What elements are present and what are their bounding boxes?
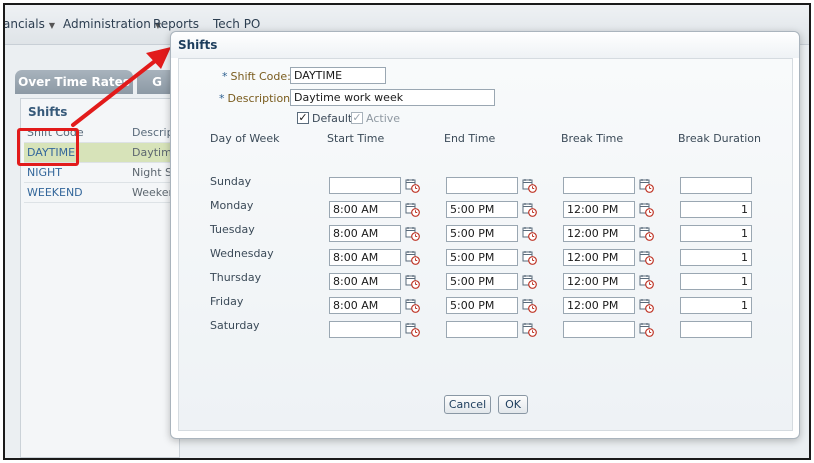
- calendar-clock-icon[interactable]: [405, 298, 420, 313]
- calendar-clock-icon[interactable]: [522, 322, 537, 337]
- calendar-clock-icon[interactable]: [522, 298, 537, 313]
- shift-code-input[interactable]: DAYTIME: [290, 67, 386, 84]
- break-duration-input[interactable]: 1: [680, 297, 752, 314]
- column-header-break-duration: Break Duration: [678, 132, 761, 145]
- required-indicator: *: [219, 92, 225, 105]
- day-label: Monday: [210, 199, 254, 212]
- day-label: Saturday: [210, 319, 260, 332]
- dialog-title: Shifts: [178, 38, 218, 52]
- start-time-input[interactable]: [329, 177, 401, 194]
- calendar-clock-icon[interactable]: [639, 274, 654, 289]
- end-time-input[interactable]: [446, 321, 518, 338]
- table-row[interactable]: WEEKEND Weeken: [24, 183, 184, 203]
- break-time-input[interactable]: 12:00 PM: [563, 249, 635, 266]
- start-time-input[interactable]: 8:00 AM: [329, 297, 401, 314]
- start-time-input[interactable]: [329, 321, 401, 338]
- break-time-input[interactable]: 12:00 PM: [563, 297, 635, 314]
- description-label-text: Description:: [227, 92, 294, 105]
- calendar-clock-icon[interactable]: [405, 322, 420, 337]
- break-duration-input[interactable]: 1: [680, 225, 752, 242]
- calendar-clock-icon[interactable]: [522, 202, 537, 217]
- calendar-clock-icon[interactable]: [639, 250, 654, 265]
- calendar-clock-icon[interactable]: [522, 226, 537, 241]
- break-duration-input[interactable]: [680, 321, 752, 338]
- dialog-titlebar[interactable]: Shifts: [171, 32, 799, 58]
- start-time-input[interactable]: 8:00 AM: [329, 273, 401, 290]
- end-time-input[interactable]: 5:00 PM: [446, 201, 518, 218]
- day-label: Sunday: [210, 175, 252, 188]
- break-time-input[interactable]: 12:00 PM: [563, 225, 635, 242]
- menu-tech-po[interactable]: Tech PO: [213, 17, 260, 31]
- calendar-clock-icon[interactable]: [639, 298, 654, 313]
- day-label: Wednesday: [210, 247, 274, 260]
- day-label: Tuesday: [210, 223, 255, 236]
- calendar-clock-icon[interactable]: [639, 178, 654, 193]
- calendar-clock-icon[interactable]: [405, 274, 420, 289]
- dialog-body: * Shift Code: DAYTIME * Description: Dayti…: [178, 58, 793, 431]
- shift-code-label: * Shift Code:: [222, 70, 291, 83]
- table-row[interactable]: NIGHT Night Sh: [24, 163, 184, 183]
- required-indicator: *: [222, 70, 228, 83]
- shift-code-cell[interactable]: NIGHT: [27, 166, 127, 179]
- calendar-clock-icon[interactable]: [405, 226, 420, 241]
- end-time-input[interactable]: 5:00 PM: [446, 297, 518, 314]
- active-label: Active: [366, 112, 401, 125]
- calendar-clock-icon[interactable]: [522, 250, 537, 265]
- day-label: Thursday: [210, 271, 262, 284]
- end-time-input[interactable]: 5:00 PM: [446, 249, 518, 266]
- calendar-clock-icon[interactable]: [405, 178, 420, 193]
- break-duration-input[interactable]: [680, 177, 752, 194]
- description-input[interactable]: Daytime work week: [290, 89, 495, 106]
- start-time-input[interactable]: 8:00 AM: [329, 249, 401, 266]
- break-duration-input[interactable]: 1: [680, 273, 752, 290]
- app-window: ancials ▼ Administration ▼ Reports Tech PO…: [3, 3, 811, 460]
- column-header-break-time: Break Time: [561, 132, 624, 145]
- calendar-clock-icon[interactable]: [639, 322, 654, 337]
- calendar-clock-icon[interactable]: [639, 226, 654, 241]
- start-time-input[interactable]: 8:00 AM: [329, 201, 401, 218]
- default-checkbox[interactable]: ✓: [297, 112, 309, 124]
- description-label: * Description:: [219, 92, 294, 105]
- active-checkbox: ✓: [351, 111, 363, 124]
- break-duration-input[interactable]: 1: [680, 249, 752, 266]
- break-time-input[interactable]: 12:00 PM: [563, 273, 635, 290]
- shifts-dialog: Shifts * Shift Code: DAYTIME * Description…: [170, 31, 800, 439]
- start-time-input[interactable]: 8:00 AM: [329, 225, 401, 242]
- end-time-input[interactable]: 5:00 PM: [446, 273, 518, 290]
- shift-code-label-text: Shift Code:: [230, 70, 291, 83]
- calendar-clock-icon[interactable]: [405, 250, 420, 265]
- calendar-clock-icon[interactable]: [639, 202, 654, 217]
- break-time-input[interactable]: [563, 177, 635, 194]
- ok-button[interactable]: OK: [498, 395, 528, 414]
- shift-code-cell[interactable]: WEEKEND: [27, 186, 127, 199]
- break-duration-input[interactable]: 1: [680, 201, 752, 218]
- calendar-clock-icon[interactable]: [522, 178, 537, 193]
- calendar-clock-icon[interactable]: [405, 202, 420, 217]
- day-label: Friday: [210, 295, 244, 308]
- column-header-day-of-week: Day of Week: [210, 132, 280, 145]
- end-time-input[interactable]: [446, 177, 518, 194]
- menu-label: Tech PO: [213, 17, 261, 31]
- default-label: Default: [312, 112, 353, 125]
- column-header-start-time: Start Time: [327, 132, 385, 145]
- column-header-end-time: End Time: [444, 132, 496, 145]
- break-time-input[interactable]: 12:00 PM: [563, 201, 635, 218]
- end-time-input[interactable]: 5:00 PM: [446, 225, 518, 242]
- break-time-input[interactable]: [563, 321, 635, 338]
- cancel-button[interactable]: Cancel: [444, 395, 491, 414]
- calendar-clock-icon[interactable]: [522, 274, 537, 289]
